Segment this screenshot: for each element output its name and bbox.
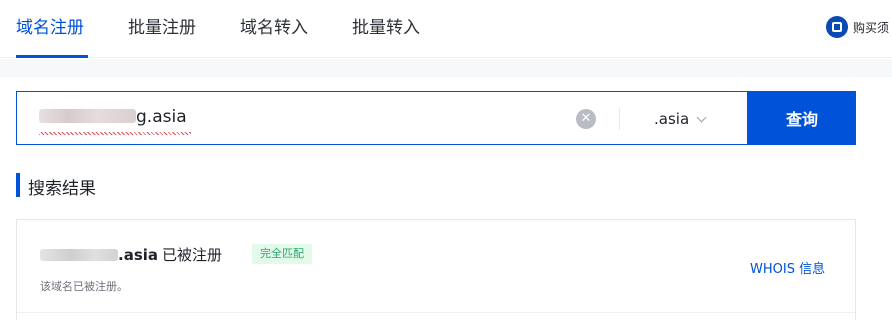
section-accent-bar [16, 173, 20, 197]
search-value-text: g.asia [136, 107, 187, 127]
purchase-notice-link[interactable]: 购买须 [826, 16, 889, 38]
document-icon [826, 16, 848, 38]
result-domain: .asia 已被注册 [40, 244, 222, 265]
suffix-value: .asia [654, 110, 690, 128]
suffix-select[interactable]: .asia [654, 108, 707, 130]
query-button[interactable]: 查询 [748, 91, 856, 145]
result-description: 该域名已被注册。 [40, 280, 128, 293]
input-divider [619, 108, 620, 130]
active-tab-indicator [16, 55, 88, 58]
result-domain-tld: .asia [118, 246, 159, 264]
tab-domain-register[interactable]: 域名注册 [16, 16, 84, 40]
tab-batch-transfer[interactable]: 批量转入 [352, 16, 420, 40]
spellcheck-underline [39, 132, 191, 135]
header-shadow-band [0, 59, 892, 77]
whois-info-link[interactable]: WHOIS 信息 [750, 258, 825, 277]
results-title: 搜索结果 [28, 179, 96, 199]
purchase-notice-label: 购买须 [853, 20, 890, 35]
card-divider [17, 312, 855, 313]
search-input-value[interactable]: g.asia [39, 107, 187, 127]
result-status: 已被注册 [162, 246, 223, 264]
redacted-text [40, 249, 118, 261]
tab-batch-register[interactable]: 批量注册 [128, 16, 196, 40]
exact-match-badge: 完全匹配 [252, 244, 312, 264]
clear-icon[interactable]: ✕ [576, 109, 596, 129]
domain-search-input[interactable]: g.asia ✕ .asia [16, 91, 748, 145]
tab-domain-transfer[interactable]: 域名转入 [240, 16, 308, 40]
redacted-text [39, 109, 136, 123]
chevron-down-icon [696, 112, 707, 123]
result-card: .asia 已被注册 完全匹配 该域名已被注册。 WHOIS 信息 [16, 219, 856, 320]
top-tab-bar: 域名注册 批量注册 域名转入 批量转入 购买须 [0, 0, 892, 58]
